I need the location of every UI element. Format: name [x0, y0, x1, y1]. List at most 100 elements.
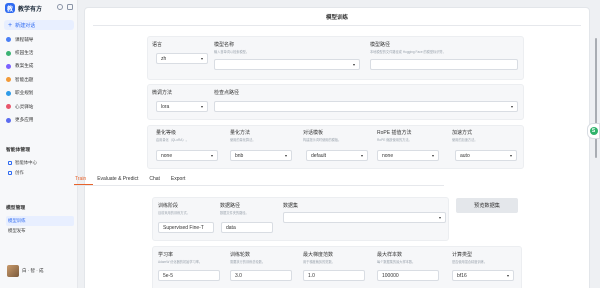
user-name: 白 · 智 · 成	[22, 268, 44, 273]
assistant-icon: S	[589, 127, 598, 135]
page-title: 模型训练	[325, 15, 348, 21]
chevron-down-icon	[211, 155, 213, 157]
sidebar-item-label: 模型训练	[8, 218, 26, 223]
sidebar-item-question-gen[interactable]: 智能出题	[6, 73, 76, 86]
quant-bit-select[interactable]: none	[156, 150, 218, 161]
tab-evaluate-predict[interactable]: Evaluate & Predict	[97, 176, 138, 182]
quant-method-select[interactable]: bnb	[230, 150, 292, 161]
stage-desc: 目前采用的训练方式。	[158, 211, 190, 215]
sidebar-item-label: 校园生活	[15, 50, 34, 56]
floating-assistant-button[interactable]: S	[587, 123, 600, 139]
finetune-value: lora	[161, 103, 170, 110]
tab-chat[interactable]: Chat	[149, 176, 160, 182]
stage-value: Supervised Fine-T	[163, 224, 204, 231]
sidebar-item-wellbeing[interactable]: 心灵驿站	[6, 100, 76, 113]
lr-input[interactable]: 5e-5	[158, 270, 220, 281]
data-dir-label: 数据路径	[220, 203, 241, 209]
compute-type-label: 计算类型	[452, 252, 473, 258]
tab-divider	[74, 185, 444, 186]
sidebar-item-label: 心灵驿站	[15, 103, 34, 109]
sidebar-nav: 课程辅导 校园生活 教案生成 智能出题 职业规划 心灵驿站 更多应用	[6, 33, 76, 127]
stage-select[interactable]: Supervised Fine-T	[158, 222, 214, 233]
template-value: default	[311, 152, 327, 159]
avatar	[7, 265, 19, 277]
model-path-desc: 本地模型的文件路径或 Hugging Face 的模型标识符。	[370, 50, 446, 54]
plus-icon: +	[8, 21, 13, 29]
sidebar-item-label: 智能出题	[15, 76, 34, 82]
data-dir-value: data	[226, 224, 236, 231]
model-path-label: 模型路径	[370, 42, 391, 48]
sidebar-item-model-training[interactable]: 模型训练	[6, 216, 74, 226]
epochs-input[interactable]: 3.0	[230, 270, 292, 281]
scrollbar[interactable]	[592, 0, 600, 288]
sidebar-item-create[interactable]: 创作	[6, 168, 74, 178]
max-samples-label: 最大样本数	[377, 252, 403, 258]
rope-value: none	[382, 152, 394, 159]
sidebar-item-label: 创作	[15, 170, 24, 175]
user-profile[interactable]: 白 · 智 · 成	[7, 265, 44, 277]
chevron-down-icon	[285, 155, 287, 157]
lr-desc: AdamW 优化器的初始学习率。	[158, 260, 203, 264]
model-name-desc: 输入首单词以检索模型。	[214, 50, 250, 54]
model-name-select[interactable]	[214, 59, 360, 70]
checkpoint-select[interactable]	[214, 101, 518, 112]
max-grad-desc: 用于梯度裁剪的范数。	[303, 260, 335, 264]
language-select[interactable]: zh	[156, 53, 208, 64]
max-grad-label: 最大梯度范数	[303, 252, 334, 258]
chevron-down-icon	[201, 58, 203, 60]
model-path-input[interactable]	[370, 59, 518, 70]
template-select[interactable]: default	[306, 150, 368, 161]
sidebar: 教 教学有方 + 新建对话 课程辅导 校园生活 教案生成 智能出题 职业规划 心…	[0, 0, 78, 288]
rope-select[interactable]: none	[377, 150, 439, 161]
preview-dataset-button[interactable]: 预览数据集	[456, 198, 518, 213]
chevron-down-icon	[361, 155, 363, 157]
compute-type-select[interactable]: bf16	[452, 270, 514, 281]
tab-train[interactable]: Train	[75, 176, 86, 182]
tab-bar: Train Evaluate & Predict Chat Export	[75, 176, 185, 182]
settings-icon[interactable]	[57, 4, 63, 10]
tab-export[interactable]: Export	[171, 176, 185, 182]
data-dir-input[interactable]: data	[221, 222, 273, 233]
epochs-desc: 需要执行的训练总轮数。	[230, 260, 266, 264]
brand[interactable]: 教 教学有方	[5, 3, 42, 13]
lr-label: 学习率	[158, 252, 174, 258]
max-grad-input[interactable]: 1.0	[303, 270, 365, 281]
title-divider	[93, 25, 581, 26]
sidebar-item-label: 智能体中心	[15, 160, 37, 165]
collapse-sidebar-icon[interactable]	[67, 4, 73, 10]
checkpoint-label: 检查点路径	[214, 90, 240, 96]
quant-bit-label: 量化等级	[156, 130, 177, 136]
dataset-select[interactable]	[283, 212, 446, 223]
chevron-down-icon	[439, 217, 441, 219]
quant-method-label: 量化方法	[230, 130, 251, 136]
sidebar-item-career[interactable]: 职业规划	[6, 87, 76, 100]
scrollbar-thumb[interactable]	[595, 38, 597, 158]
max-samples-input[interactable]: 100000	[377, 270, 439, 281]
sidebar-item-course-tutoring[interactable]: 课程辅导	[6, 33, 76, 46]
sidebar-item-more-apps[interactable]: 更多应用	[6, 113, 76, 126]
sidebar-item-campus-life[interactable]: 校园生活	[6, 46, 76, 59]
sidebar-item-label: 教案生成	[15, 63, 34, 69]
compute-type-value: bf16	[457, 272, 467, 279]
template-desc: 构建提示词时使用的模板。	[303, 138, 342, 142]
language-value: zh	[161, 55, 167, 62]
rope-desc: RoPE 缩放使用的方法。	[377, 138, 412, 142]
agent-center-icon	[8, 161, 12, 165]
max-grad-value: 1.0	[308, 272, 315, 279]
finetune-select[interactable]: lora	[156, 101, 208, 112]
new-chat-label: 新建对话	[15, 22, 36, 29]
career-icon	[6, 90, 11, 96]
lesson-plan-icon	[6, 63, 11, 69]
sidebar-item-agent-center[interactable]: 智能体中心	[6, 158, 74, 168]
booster-select[interactable]: auto	[455, 150, 517, 161]
sidebar-item-model-publish[interactable]: 模型发布	[6, 226, 74, 236]
wellbeing-icon	[6, 104, 11, 110]
sidebar-item-label: 模型发布	[8, 228, 26, 233]
epochs-label: 训练轮数	[230, 252, 251, 258]
sidebar-item-lesson-plan[interactable]: 教案生成	[6, 60, 76, 73]
new-chat-button[interactable]: + 新建对话	[4, 20, 74, 30]
brand-name: 教学有方	[18, 6, 43, 13]
max-samples-desc: 每个数据集的最大样本数。	[377, 260, 416, 264]
data-dir-desc: 数据文件夹的路径。	[220, 211, 249, 215]
brand-logo-icon: 教	[5, 3, 15, 13]
